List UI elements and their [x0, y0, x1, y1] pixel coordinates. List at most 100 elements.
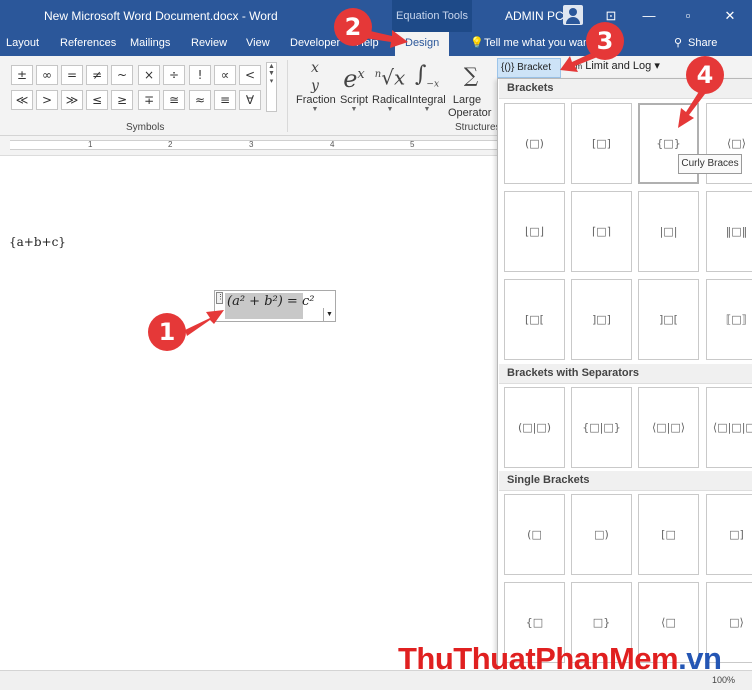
document-text[interactable]: {a+b+c}: [9, 235, 66, 249]
symbol-button[interactable]: ≪: [11, 90, 33, 110]
tab-developer[interactable]: Developer: [290, 37, 340, 49]
gallery-item[interactable]: ‖□‖: [706, 191, 752, 272]
gallery-item[interactable]: ⟨□|□⟩: [638, 387, 699, 468]
equation-text[interactable]: (a² + b²) = c²: [227, 294, 314, 309]
script-label: Script: [339, 94, 369, 106]
script-button[interactable]: ex Script ▼: [338, 56, 370, 113]
chevron-down-icon[interactable]: ▼: [323, 308, 335, 322]
symbol-button[interactable]: ≡: [214, 90, 236, 110]
tab-review[interactable]: Review: [191, 37, 227, 49]
gallery-item[interactable]: ⌈□⌉: [571, 191, 632, 272]
callout-badge: 2: [334, 8, 372, 46]
chevron-down-icon: ▼: [423, 106, 431, 113]
symbol-button[interactable]: ≫: [61, 90, 83, 110]
symbol-button[interactable]: ÷: [163, 65, 185, 85]
section-single-brackets: Single Brackets: [499, 471, 752, 491]
integral-label: Integral: [409, 94, 446, 106]
symbol-button[interactable]: ≤: [86, 90, 108, 110]
fraction-label: Fraction: [296, 94, 336, 106]
integral-icon: ∫−x: [414, 62, 440, 90]
chevron-down-icon: ▼: [386, 106, 394, 113]
gallery-item[interactable]: □]: [706, 494, 752, 575]
group-divider: [287, 60, 288, 132]
gallery-item[interactable]: (□|□): [504, 387, 565, 468]
document-page[interactable]: {a+b+c} ⋮ (a² + b²) = c² ▼: [0, 156, 498, 670]
chevron-down-icon: ▼: [311, 106, 319, 113]
gallery-item[interactable]: [□: [638, 494, 699, 575]
gallery-item[interactable]: [□[: [504, 279, 565, 360]
bracket-button[interactable]: {()} Bracket: [497, 58, 561, 78]
symbol-button[interactable]: ∝: [214, 65, 236, 85]
document-title: New Microsoft Word Document.docx - Word: [44, 9, 278, 23]
minimize-icon[interactable]: —: [641, 8, 657, 24]
chevron-down-icon: ▼: [350, 106, 358, 113]
symbol-button[interactable]: ≠: [86, 65, 108, 85]
tab-mailings[interactable]: Mailings: [130, 37, 170, 49]
symbols-group-label: Symbols: [126, 122, 165, 133]
symbol-button[interactable]: <: [239, 65, 261, 85]
gallery-item[interactable]: ⟦□⟧: [706, 279, 752, 360]
watermark-tld: .vn: [678, 641, 722, 676]
gallery-item[interactable]: [□]: [571, 103, 632, 184]
gallery-item[interactable]: □): [571, 494, 632, 575]
ruler-number: 3: [249, 140, 254, 149]
fraction-button[interactable]: xy Fraction ▼: [296, 56, 336, 113]
large-operator-button[interactable]: ∑ Large Operator: [448, 56, 494, 120]
fraction-icon: xy: [311, 60, 319, 94]
tab-view[interactable]: View: [246, 37, 270, 49]
script-icon: ex: [343, 65, 365, 93]
avatar[interactable]: [563, 5, 583, 25]
tab-design[interactable]: Design: [395, 32, 450, 56]
ruler-number: 4: [330, 140, 335, 149]
symbol-button[interactable]: ≅: [163, 90, 185, 110]
radical-icon: n√x: [374, 65, 406, 90]
symbol-button[interactable]: ∀: [239, 90, 261, 110]
gallery-item[interactable]: (□): [504, 103, 565, 184]
close-icon[interactable]: ✕: [722, 8, 738, 24]
tab-layout[interactable]: Layout: [6, 37, 39, 49]
equation-box[interactable]: ⋮ (a² + b²) = c² ▼: [214, 290, 336, 322]
restore-icon[interactable]: ▫: [680, 8, 696, 24]
ruler-number: 2: [168, 140, 173, 149]
lightbulb-icon: 💡: [470, 37, 484, 49]
tooltip-curly-braces: Curly Braces: [678, 154, 742, 174]
symbol-button[interactable]: ×: [138, 65, 160, 85]
integral-button[interactable]: ∫−x Integral ▼: [409, 56, 446, 113]
gallery-item[interactable]: {□|□}: [571, 387, 632, 468]
symbol-button[interactable]: ≥: [111, 90, 133, 110]
symbol-button[interactable]: ±: [11, 65, 33, 85]
watermark: ThuThuatPhanMem.vn: [398, 641, 722, 677]
sum-icon: ∑: [463, 63, 479, 87]
gallery-item[interactable]: ]□[: [638, 279, 699, 360]
title-bar: New Microsoft Word Document.docx - Word …: [0, 0, 752, 32]
symbol-button[interactable]: ∓: [138, 90, 160, 110]
user-name[interactable]: ADMIN PC: [505, 9, 564, 23]
ruler-number: 1: [88, 140, 93, 149]
gallery-item[interactable]: (□: [504, 494, 565, 575]
person-icon: ⚲: [674, 37, 683, 49]
radical-label: Radical: [372, 94, 409, 106]
symbol-button[interactable]: ~: [111, 65, 133, 85]
limit-and-log-button[interactable]: lim Limit and Log ▾: [572, 59, 660, 72]
radical-button[interactable]: n√x Radical ▼: [372, 56, 409, 113]
gallery-item[interactable]: ⟨□|□|□⟩: [706, 387, 752, 468]
gallery-item[interactable]: ]□]: [571, 279, 632, 360]
tab-references[interactable]: References: [60, 37, 116, 49]
limit-and-log-label: Limit and Log: [585, 60, 652, 72]
symbol-button[interactable]: ∞: [36, 65, 58, 85]
symbol-button[interactable]: ≈: [189, 90, 211, 110]
share-button[interactable]: Share: [688, 37, 717, 49]
symbols-scroll[interactable]: ▲ ▼ ▾: [266, 62, 277, 112]
section-brackets-with-separators: Brackets with Separators: [499, 364, 752, 384]
gallery-item[interactable]: |□|: [638, 191, 699, 272]
ribbon-tabs: Layout References Mailings Review View D…: [0, 32, 752, 56]
horizontal-ruler[interactable]: 1 2 3 4 5: [0, 136, 498, 156]
equation-handle-icon[interactable]: ⋮: [216, 292, 224, 304]
gallery-item[interactable]: ⌊□⌋: [504, 191, 565, 272]
structures-group-label: Structures: [455, 122, 501, 133]
symbol-button[interactable]: !: [189, 65, 211, 85]
callout-badge: 3: [586, 22, 624, 60]
symbol-button[interactable]: >: [36, 90, 58, 110]
symbol-button[interactable]: =: [61, 65, 83, 85]
callout-badge: 1: [148, 313, 186, 351]
